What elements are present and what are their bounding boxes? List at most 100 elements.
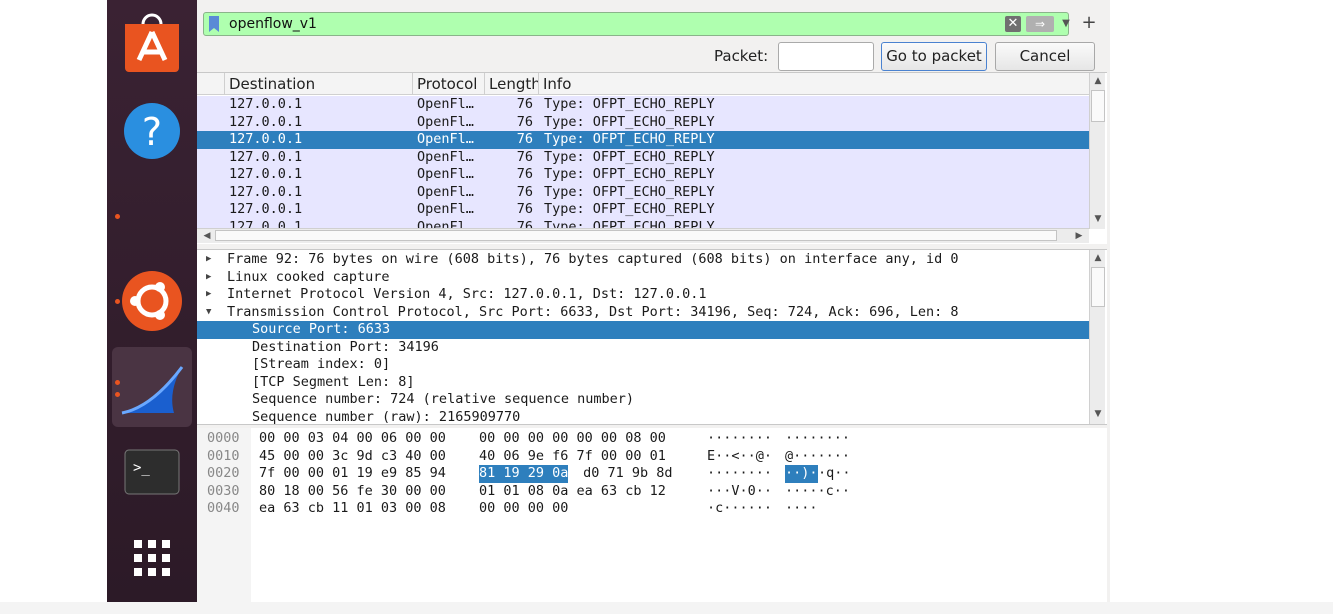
packet-cell-info: Type: OFPT_ECHO_REPLY — [544, 131, 715, 147]
packet-label: Packet: — [714, 47, 769, 65]
packet-row[interactable]: 127.0.0.1 OpenFl… 76 Type: OFPT_ECHO_REPLY — [197, 113, 1089, 131]
bookmark-icon[interactable] — [209, 16, 219, 32]
detail-field[interactable]: [TCP Segment Len: 8] — [197, 374, 1089, 392]
scroll-down-icon[interactable]: ▼ — [1090, 406, 1106, 422]
expand-icon[interactable]: ▶ — [206, 286, 211, 303]
hex-bytes: 45 00 00 3c 9d c3 40 00 — [259, 447, 446, 464]
dock-item-help[interactable]: ? — [107, 95, 197, 175]
byte-offset: 0000 — [207, 430, 240, 446]
packet-row[interactable]: 127.0.0.1 OpenFl… 76 Type: OFPT_ECHO_REPLY — [197, 183, 1089, 201]
dock-item-ubuntu[interactable] — [107, 265, 197, 345]
detail-field[interactable]: Sequence number: 724 (relative sequence … — [197, 391, 1089, 409]
ascii-bytes: @······· — [785, 447, 851, 464]
hex-bytes: 7f 00 00 01 19 e9 85 94 — [259, 465, 446, 481]
go-to-packet-button[interactable]: Go to packet — [881, 42, 987, 71]
packet-row[interactable]: 127.0.0.1 OpenFl… 76 Type: OFPT_ECHO_REPLY — [197, 148, 1089, 166]
clear-filter-icon[interactable]: ✕ — [1005, 16, 1021, 32]
filter-text: openflow_v1 — [229, 16, 317, 32]
chevron-down-icon[interactable]: ▼ — [1059, 17, 1073, 31]
detail-field[interactable]: Source Port: 6633 — [197, 321, 1089, 339]
detail-text: Sequence number: 724 (relative sequence … — [252, 391, 635, 407]
dock-item-terminal[interactable]: >_ — [107, 440, 197, 520]
scroll-thumb[interactable] — [1091, 90, 1105, 122]
packet-cell-protocol: OpenFl… — [417, 183, 474, 200]
display-filter-input[interactable]: openflow_v1 ✕ ⇒ ▼ — [203, 12, 1070, 36]
packet-cell-protocol: OpenFl… — [417, 131, 474, 147]
detail-field[interactable]: [Stream index: 0] — [197, 356, 1089, 374]
collapse-icon[interactable]: ▼ — [206, 304, 211, 321]
packet-row[interactable]: 127.0.0.1 OpenFl… 76 Type: OFPT_ECHO_REPLY — [197, 166, 1089, 184]
bottom-margin — [0, 602, 1333, 614]
packet-number-input[interactable] — [778, 42, 874, 71]
packet-cell-length: 76 — [516, 131, 533, 147]
packet-cell-destination: 127.0.0.1 — [229, 148, 303, 165]
ascii-bytes: ·q·· — [818, 465, 851, 481]
expand-icon[interactable]: ▶ — [206, 269, 211, 286]
packet-cell-length: 76 — [516, 96, 533, 112]
cancel-button[interactable]: Cancel — [995, 42, 1095, 71]
packet-cell-length: 76 — [516, 166, 533, 182]
column-header-info[interactable]: Info — [539, 73, 1089, 95]
scroll-up-icon[interactable]: ▲ — [1090, 73, 1106, 89]
dock-item-wireshark[interactable] — [112, 347, 192, 427]
hex-bytes: 01 01 08 0a ea 63 cb 12 — [479, 482, 666, 499]
scroll-thumb[interactable] — [1091, 267, 1105, 307]
help-icon: ? — [124, 103, 180, 159]
scroll-left-icon[interactable]: ◀ — [199, 228, 215, 244]
packet-row[interactable]: 127.0.0.1 OpenFl… 76 Type: OFPT_ECHO_REPLY — [197, 96, 1089, 114]
apps-grid-icon — [134, 540, 170, 576]
column-header-protocol[interactable]: Protocol — [413, 73, 485, 95]
detail-text: [Stream index: 0] — [252, 356, 391, 372]
hex-bytes: 00 00 00 00 — [479, 500, 569, 516]
detail-tree-node[interactable]: ▼ Transmission Control Protocol, Src Port… — [197, 304, 1089, 322]
scroll-up-icon[interactable]: ▲ — [1090, 250, 1106, 266]
ubuntu-icon — [122, 271, 182, 331]
svg-text:?: ? — [142, 110, 162, 154]
add-filter-button[interactable]: + — [1079, 12, 1099, 36]
detail-text: Linux cooked capture — [227, 268, 390, 285]
wireshark-window: openflow_v1 ✕ ⇒ ▼ + Packet: Go to packet… — [197, 0, 1110, 602]
dock-item-show-apps[interactable] — [107, 530, 197, 610]
detail-tree-node[interactable]: ▶ Internet Protocol Version 4, Src: 127.0… — [197, 286, 1089, 304]
software-icon — [125, 13, 179, 72]
packet-cell-length: 76 — [516, 201, 533, 217]
scroll-thumb[interactable] — [215, 230, 1057, 241]
wireshark-icon — [121, 366, 184, 415]
ascii-bytes: ···V·0·· — [707, 482, 773, 499]
byte-offset: 0030 — [207, 482, 240, 499]
packet-list-hscrollbar[interactable]: ◀ ▶ — [197, 228, 1089, 243]
dock-item-software[interactable] — [107, 10, 197, 90]
column-header-blank[interactable] — [197, 73, 225, 95]
hex-bytes: 00 00 03 04 00 06 00 00 — [259, 430, 446, 446]
detail-text: Sequence number (raw): 2165909770 — [252, 408, 521, 425]
packet-list-vscrollbar[interactable]: ▲ ▼ — [1089, 73, 1105, 229]
detail-field[interactable]: Sequence number (raw): 2165909770 — [197, 409, 1089, 427]
detail-tree-node[interactable]: ▶ Frame 92: 76 bytes on wire (608 bits), … — [197, 251, 1089, 269]
scroll-right-icon[interactable]: ▶ — [1071, 228, 1087, 244]
apply-filter-icon[interactable]: ⇒ — [1026, 16, 1054, 32]
packet-row[interactable]: 127.0.0.1 OpenFl… 76 Type: OFPT_ECHO_REPLY — [197, 131, 1089, 149]
running-indicator — [115, 392, 120, 397]
detail-text: Frame 92: 76 bytes on wire (608 bits), 7… — [227, 251, 959, 267]
column-header-length[interactable]: Length — [485, 73, 539, 95]
scroll-down-icon[interactable]: ▼ — [1090, 211, 1106, 227]
expand-icon[interactable]: ▶ — [206, 251, 211, 268]
byte-offset: 0010 — [207, 447, 240, 464]
column-header-destination[interactable]: Destination — [225, 73, 413, 95]
packet-cell-info: Type: OFPT_ECHO_REPLY — [544, 201, 715, 217]
ascii-bytes: ········ — [707, 465, 773, 481]
running-indicator — [115, 299, 120, 304]
packet-cell-destination: 127.0.0.1 — [229, 166, 303, 182]
ascii-bytes-highlighted: ··)· — [785, 465, 818, 483]
ascii-bytes: ·c······ — [707, 500, 773, 516]
detail-text: [TCP Segment Len: 8] — [252, 373, 415, 390]
details-vscrollbar[interactable]: ▲ ▼ — [1089, 250, 1105, 424]
packet-cell-length: 76 — [516, 113, 533, 130]
detail-text: Transmission Control Protocol, Src Port:… — [227, 303, 959, 320]
packet-cell-info: Type: OFPT_ECHO_REPLY — [544, 96, 715, 112]
byte-offset: 0020 — [207, 465, 240, 481]
detail-field[interactable]: Destination Port: 34196 — [197, 339, 1089, 357]
ascii-bytes: ········ — [785, 430, 851, 446]
packet-row[interactable]: 127.0.0.1 OpenFl… 76 Type: OFPT_ECHO_REPLY — [197, 201, 1089, 219]
detail-tree-node[interactable]: ▶ Linux cooked capture — [197, 269, 1089, 287]
